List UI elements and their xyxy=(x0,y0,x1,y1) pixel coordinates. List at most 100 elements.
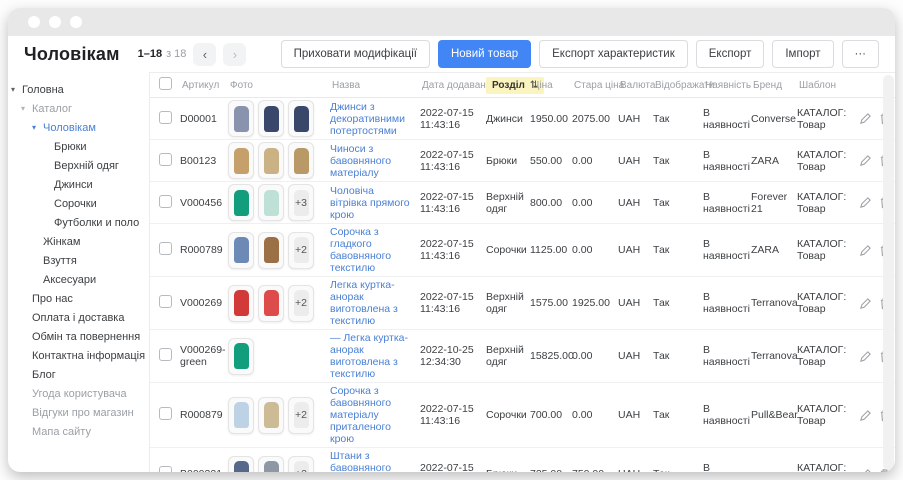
prev-page-button[interactable]: ‹ xyxy=(193,43,216,66)
edit-icon[interactable] xyxy=(859,297,872,310)
column-header-price[interactable]: Ціна xyxy=(526,77,568,94)
column-header-old[interactable]: Стара ціна xyxy=(568,77,614,94)
price-cell: 700.00 xyxy=(526,409,568,421)
column-header-cur[interactable]: Валюта xyxy=(614,77,649,94)
more-photos-badge[interactable]: +2 xyxy=(288,456,314,473)
sidebar-item-oplata-i-dostavka[interactable]: Оплата і доставка xyxy=(8,308,149,327)
edit-icon[interactable] xyxy=(859,350,872,363)
row-checkbox[interactable] xyxy=(159,466,172,472)
row-checkbox[interactable] xyxy=(159,295,172,308)
column-header-tpl[interactable]: Шаблон xyxy=(793,77,855,94)
sidebar-item-aksesuary[interactable]: Аксесуари xyxy=(8,270,149,289)
sidebar-item-label: Головна xyxy=(22,84,64,96)
product-photo[interactable] xyxy=(258,397,284,434)
column-header-name[interactable]: Назва xyxy=(326,77,416,94)
more-photos-badge[interactable]: +3 xyxy=(288,184,314,221)
sidebar-item-briuky[interactable]: Брюки xyxy=(8,137,149,156)
hide-modifications-button[interactable]: Приховати модифікації xyxy=(281,40,430,68)
column-header-section[interactable]: Розділ ⇅ xyxy=(482,77,526,94)
product-photo[interactable] xyxy=(228,142,254,179)
import-button[interactable]: Імпорт xyxy=(772,40,833,68)
sidebar-item-label: Відгуки про магазин xyxy=(32,407,134,419)
sidebar-item-zhinkam[interactable]: Жінкам xyxy=(8,232,149,251)
price-cell: 725.00 xyxy=(526,468,568,472)
row-checkbox[interactable] xyxy=(159,242,172,255)
sidebar-item-label: Чоловікам xyxy=(43,122,96,134)
product-photo[interactable] xyxy=(228,397,254,434)
edit-icon[interactable] xyxy=(859,196,872,209)
product-link[interactable]: Сорочка з гладкого бавовняного текстилю xyxy=(330,226,391,274)
more-photos-badge[interactable]: +2 xyxy=(288,232,314,269)
product-link[interactable]: Чоловіча вітрівка прямого крою xyxy=(330,185,410,221)
sidebar-item-kataloh[interactable]: ▾ Каталог xyxy=(8,99,149,118)
sidebar-item-sorochky[interactable]: Сорочки xyxy=(8,194,149,213)
product-photo[interactable] xyxy=(258,456,284,473)
name-cell: Чоловіча вітрівка прямого крою xyxy=(326,185,416,221)
product-link[interactable]: — Легка куртка-анорак виготовлена з текс… xyxy=(330,332,408,380)
currency-cell: UAH xyxy=(614,409,649,421)
product-photo[interactable] xyxy=(228,456,254,473)
currency-cell: UAH xyxy=(614,350,649,362)
edit-icon[interactable] xyxy=(859,244,872,257)
column-header-date[interactable]: Дата додавання xyxy=(416,77,482,94)
product-photo[interactable] xyxy=(228,184,254,221)
row-checkbox[interactable] xyxy=(159,153,172,166)
column-header-brand[interactable]: Бренд xyxy=(747,77,793,94)
sidebar-item-bloh[interactable]: Блог xyxy=(8,365,149,384)
product-link[interactable]: Штани з бавовняного матеріалу прямого кр… xyxy=(330,450,397,472)
export-characteristics-button[interactable]: Експорт характеристик xyxy=(539,40,688,68)
sidebar-item-holovna[interactable]: ▾ Головна xyxy=(8,80,149,99)
date-cell: 2022-07-15 11:43:16 xyxy=(416,291,482,315)
product-link[interactable]: Легка куртка-анорак виготовлена з тексти… xyxy=(330,279,398,327)
product-link[interactable]: Сорочка з бавовняного матеріалу притален… xyxy=(330,385,391,445)
more-photos-badge[interactable]: +2 xyxy=(288,285,314,322)
product-photo[interactable] xyxy=(258,184,284,221)
sidebar-item-pro-nas[interactable]: Про нас xyxy=(8,289,149,308)
product-link[interactable]: Джинси з декоративними потертостями xyxy=(330,101,405,137)
column-header-disp[interactable]: Відображати xyxy=(649,77,699,94)
column-header-photo[interactable]: Фото xyxy=(224,77,326,94)
export-button[interactable]: Експорт xyxy=(696,40,765,68)
product-photo[interactable] xyxy=(228,232,254,269)
row-checkbox[interactable] xyxy=(159,407,172,420)
product-photo[interactable] xyxy=(228,100,254,137)
product-photo[interactable] xyxy=(258,100,284,137)
edit-icon[interactable] xyxy=(859,468,872,473)
row-checkbox[interactable] xyxy=(159,111,172,124)
row-checkbox[interactable] xyxy=(159,195,172,208)
column-header-avail[interactable]: Наявність xyxy=(699,77,747,94)
product-photo[interactable] xyxy=(258,285,284,322)
more-button[interactable]: ··· xyxy=(842,40,880,68)
sidebar-item-label: Угода користувача xyxy=(32,388,127,400)
sidebar-item-uhoda-korystuvacha[interactable]: Угода користувача xyxy=(8,384,149,403)
sidebar-item-vzuttia[interactable]: Взуття xyxy=(8,251,149,270)
sidebar-item-obmin-ta-povernennia[interactable]: Обмін та повернення xyxy=(8,327,149,346)
display-cell: Так xyxy=(649,350,699,362)
product-photo[interactable] xyxy=(228,285,254,322)
edit-icon[interactable] xyxy=(859,154,872,167)
sidebar-item-label: Верхній одяг xyxy=(54,160,119,172)
edit-icon[interactable] xyxy=(859,409,872,422)
product-photo[interactable] xyxy=(258,232,284,269)
sidebar-item-vidhuky-pro-mahazyn[interactable]: Відгуки про магазин xyxy=(8,403,149,422)
product-link[interactable]: Чиноси з бавовняного матеріалу xyxy=(330,143,391,179)
sidebar-item-cholovikam[interactable]: ▾ Чоловікам xyxy=(8,118,149,137)
product-photo[interactable] xyxy=(288,142,314,179)
next-page-button[interactable]: › xyxy=(223,43,246,66)
table-scrollbar[interactable] xyxy=(883,75,894,470)
sidebar-item-dzhynsy[interactable]: Джинси xyxy=(8,175,149,194)
product-photo[interactable] xyxy=(228,338,254,375)
edit-icon[interactable] xyxy=(859,112,872,125)
row-checkbox[interactable] xyxy=(159,348,172,361)
product-photo[interactable] xyxy=(288,100,314,137)
new-product-button[interactable]: Новий товар xyxy=(438,40,531,68)
select-all-checkbox[interactable] xyxy=(159,77,172,90)
product-photo[interactable] xyxy=(258,142,284,179)
sidebar-item-verkhnii-odiah[interactable]: Верхній одяг xyxy=(8,156,149,175)
more-photos-badge[interactable]: +2 xyxy=(288,397,314,434)
sidebar-item-kontaktna-informatsiia[interactable]: Контактна інформація xyxy=(8,346,149,365)
sidebar-item-label: Футболки и поло xyxy=(54,217,139,229)
column-header-sku[interactable]: Артикул xyxy=(176,77,224,94)
sidebar-item-mapa-saitu[interactable]: Мапа сайту xyxy=(8,422,149,441)
sidebar-item-futbolky-y-polo[interactable]: Футболки и поло xyxy=(8,213,149,232)
